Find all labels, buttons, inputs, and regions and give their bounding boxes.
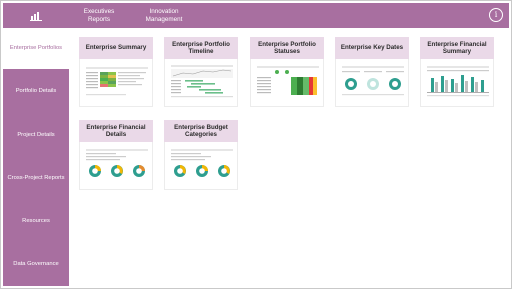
report-card-enterprise-portfolio-timeline[interactable]: Enterprise Portfolio Timeline xyxy=(164,37,238,107)
thumbnail-donut-charts xyxy=(335,59,409,107)
sidebar: Enterprise Portfolios Portfolio Details … xyxy=(3,28,69,286)
thumbnail-bar-chart xyxy=(420,59,494,107)
report-card-enterprise-financial-summary[interactable]: Enterprise Financial Summary xyxy=(420,37,494,107)
report-grid: Enterprise Summary Enterprise Portfolio … xyxy=(69,28,509,286)
report-card-enterprise-summary[interactable]: Enterprise Summary xyxy=(79,37,153,107)
tab-innovation-management[interactable]: Innovation Management xyxy=(129,3,199,28)
card-title: Enterprise Portfolio Timeline xyxy=(164,37,238,59)
thumbnail-status-table xyxy=(250,59,324,107)
report-card-enterprise-budget-categories[interactable]: Enterprise Budget Categories xyxy=(164,120,238,190)
report-card-enterprise-portfolio-statuses[interactable]: Enterprise Portfolio Statuses xyxy=(250,37,324,107)
bar-chart-icon xyxy=(30,11,42,21)
sidebar-item-resources[interactable]: Resources xyxy=(3,200,69,243)
tab-executives-reports[interactable]: Executives Reports xyxy=(69,3,129,28)
top-tabs: Executives Reports Innovation Management xyxy=(69,3,199,28)
home-tile[interactable] xyxy=(3,3,69,28)
info-icon[interactable]: i xyxy=(489,8,503,22)
app-window: Executives Reports Innovation Management… xyxy=(0,0,512,289)
card-title: Enterprise Financial Summary xyxy=(420,37,494,59)
card-title: Enterprise Portfolio Statuses xyxy=(250,37,324,59)
thumbnail-timeline xyxy=(164,59,238,107)
card-title: Enterprise Key Dates xyxy=(335,37,409,59)
sidebar-item-data-governance[interactable]: Data Governance xyxy=(3,243,69,286)
sidebar-item-enterprise-portfolios[interactable]: Enterprise Portfolios xyxy=(3,28,69,69)
card-title: Enterprise Summary xyxy=(79,37,153,59)
sidebar-item-portfolio-details[interactable]: Portfolio Details xyxy=(3,69,69,113)
card-title: Enterprise Budget Categories xyxy=(164,120,238,142)
sidebar-item-cross-project-reports[interactable]: Cross-Project Reports xyxy=(3,157,69,200)
report-card-enterprise-key-dates[interactable]: Enterprise Key Dates xyxy=(335,37,409,107)
thumbnail-donut-charts xyxy=(164,142,238,190)
thumbnail-summary-table xyxy=(79,59,153,107)
thumbnail-donut-charts xyxy=(79,142,153,190)
sidebar-item-project-details[interactable]: Project Details xyxy=(3,113,69,157)
card-title: Enterprise Financial Details xyxy=(79,120,153,142)
top-bar: Executives Reports Innovation Management… xyxy=(3,3,509,28)
report-card-enterprise-financial-details[interactable]: Enterprise Financial Details xyxy=(79,120,153,190)
